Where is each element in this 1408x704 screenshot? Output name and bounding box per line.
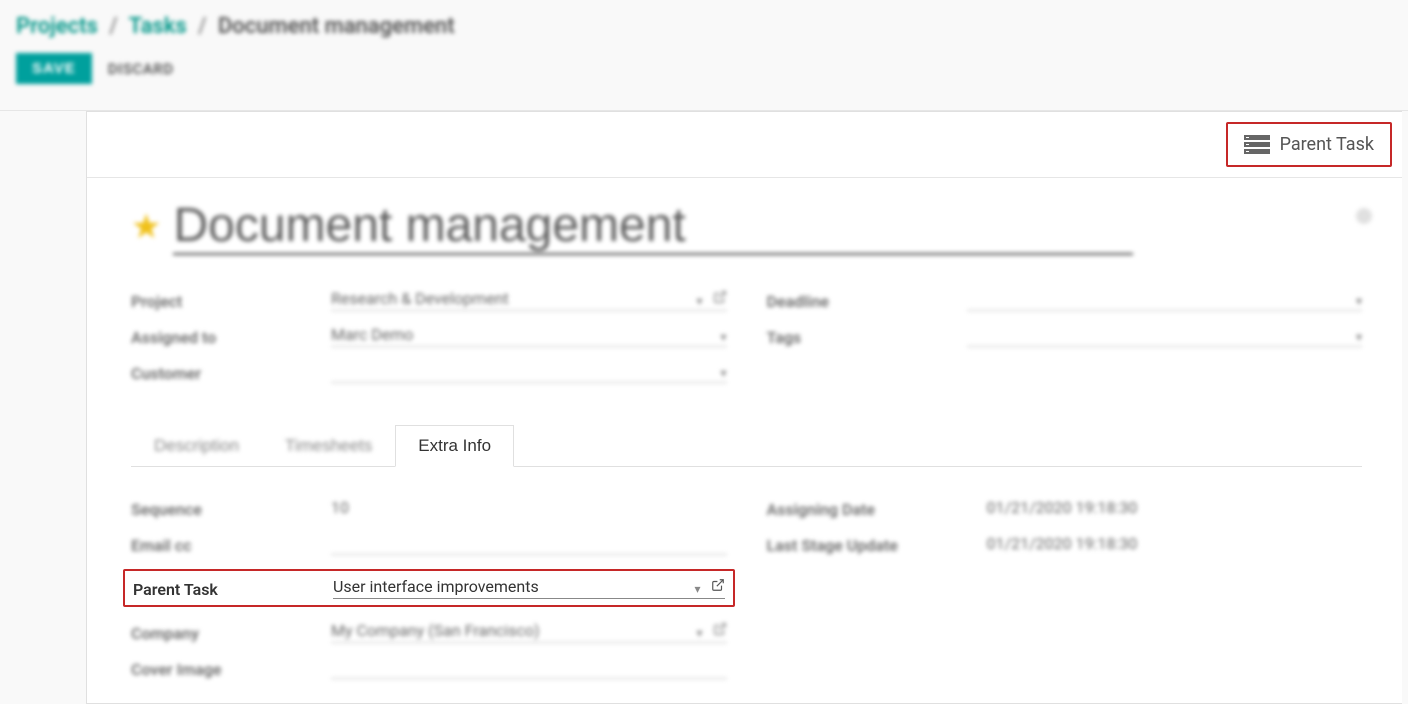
sequence-field[interactable]: 10 bbox=[331, 497, 727, 519]
external-link-icon[interactable] bbox=[711, 577, 725, 596]
assigned-label: Assigned to bbox=[131, 328, 331, 347]
tab-extra-info[interactable]: Extra Info bbox=[395, 425, 514, 467]
assigning-date-label: Assigning Date bbox=[767, 500, 987, 519]
breadcrumb: Projects / Tasks / Document management bbox=[16, 14, 1392, 39]
task-title-input[interactable] bbox=[173, 198, 1133, 255]
star-icon[interactable]: ★ bbox=[131, 210, 161, 244]
deadline-field[interactable]: ▾ bbox=[967, 289, 1363, 311]
save-button[interactable]: SAVE bbox=[16, 53, 92, 84]
last-stage-value: 01/21/2020 19:18:30 bbox=[987, 533, 1363, 555]
customer-label: Customer bbox=[131, 364, 331, 383]
deadline-label: Deadline bbox=[767, 292, 967, 311]
tab-timesheets[interactable]: Timesheets bbox=[262, 425, 395, 466]
parent-task-button[interactable]: Parent Task bbox=[1226, 122, 1392, 167]
external-link-icon[interactable] bbox=[713, 289, 727, 308]
project-field[interactable]: Research & Development▾ bbox=[331, 289, 727, 311]
assigned-field[interactable]: Marc Demo▾ bbox=[331, 325, 727, 347]
tab-description[interactable]: Description bbox=[131, 425, 262, 466]
discard-button[interactable]: DISCARD bbox=[108, 60, 174, 78]
cover-image-label: Cover Image bbox=[131, 660, 331, 679]
tags-label: Tags bbox=[767, 328, 967, 347]
email-cc-field[interactable] bbox=[331, 533, 727, 555]
parent-task-field[interactable]: User interface improvements▾ bbox=[333, 577, 725, 599]
breadcrumb-projects[interactable]: Projects bbox=[16, 14, 98, 39]
sequence-label: Sequence bbox=[131, 500, 331, 519]
project-label: Project bbox=[131, 292, 331, 311]
cover-image-field[interactable] bbox=[331, 657, 727, 679]
breadcrumb-tasks[interactable]: Tasks bbox=[129, 14, 187, 39]
last-stage-label: Last Stage Update bbox=[767, 536, 987, 555]
tags-field[interactable]: ▾ bbox=[967, 325, 1363, 347]
list-icon bbox=[1244, 135, 1270, 155]
email-cc-label: Email cc bbox=[131, 536, 331, 555]
parent-task-button-label: Parent Task bbox=[1280, 134, 1374, 155]
company-field[interactable]: My Company (San Francisco)▾ bbox=[331, 621, 727, 643]
customer-field[interactable]: ▾ bbox=[331, 361, 727, 383]
company-label: Company bbox=[131, 624, 331, 643]
assigning-date-value: 01/21/2020 19:18:30 bbox=[987, 497, 1363, 519]
external-link-icon[interactable] bbox=[713, 621, 727, 640]
kanban-state-dot[interactable] bbox=[1356, 208, 1372, 224]
parent-task-label: Parent Task bbox=[133, 580, 333, 599]
breadcrumb-current: Document management bbox=[218, 14, 455, 39]
